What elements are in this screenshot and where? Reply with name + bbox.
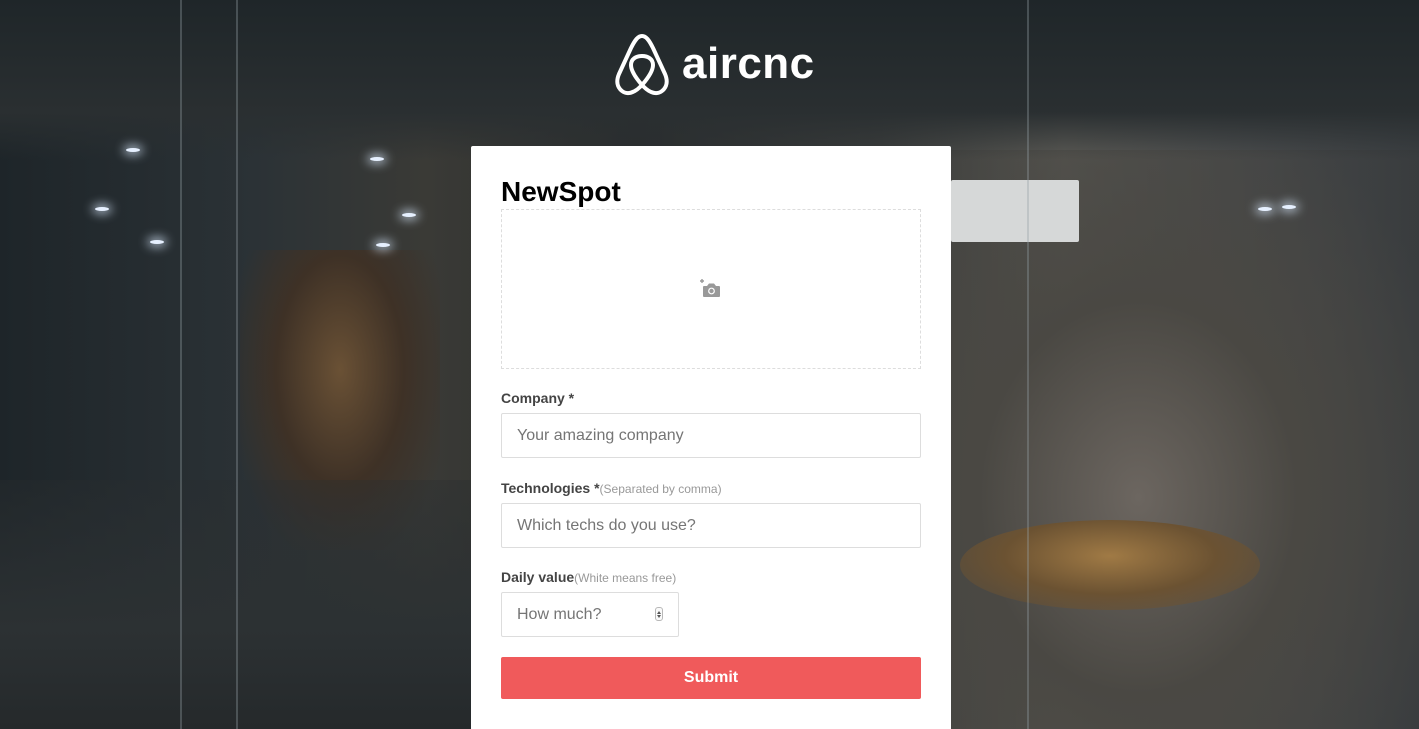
price-label-text: Daily value	[501, 569, 575, 585]
price-label: Daily value(White means free)	[501, 569, 676, 586]
techs-input[interactable]	[501, 503, 921, 548]
new-spot-card: NewSpot Company * Technologies *(Separat…	[471, 146, 951, 729]
submit-button[interactable]: Submit	[501, 657, 921, 699]
company-label-text: Company *	[501, 390, 575, 406]
price-input[interactable]	[501, 592, 679, 637]
page-title: NewSpot	[501, 176, 621, 207]
price-hint: (White means free)	[574, 571, 677, 585]
techs-label-text: Technologies *	[501, 480, 600, 496]
techs-label: Technologies *(Separated by comma)	[501, 480, 722, 497]
company-input[interactable]	[501, 413, 921, 458]
price-field	[501, 592, 679, 637]
stepper-down-icon	[657, 614, 661, 618]
company-label: Company *	[501, 390, 574, 406]
stepper-up-icon	[657, 610, 661, 614]
brand-name: aircnc	[682, 39, 815, 88]
brand-logo: aircnc	[612, 32, 815, 96]
techs-hint: (Separated by comma)	[599, 482, 722, 496]
airbnb-belo-icon	[615, 34, 669, 96]
add-photo-camera-icon	[700, 279, 720, 297]
thumbnail-upload[interactable]	[501, 209, 921, 369]
number-stepper[interactable]	[655, 607, 663, 621]
